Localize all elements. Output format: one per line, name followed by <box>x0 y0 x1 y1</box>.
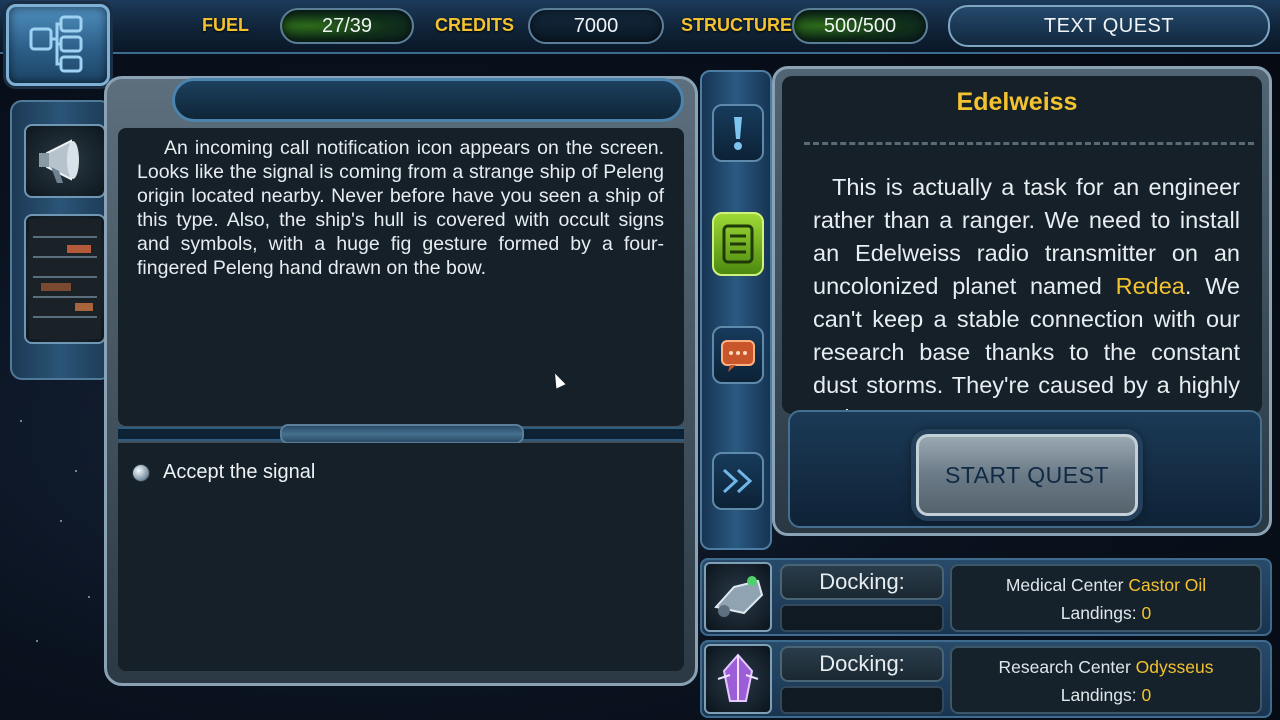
tab-alerts[interactable] <box>712 104 764 162</box>
story-text: An incoming call notification icon appea… <box>137 137 664 279</box>
docking-info: Research Center Odysseus Landings: 0 <box>950 646 1262 714</box>
landings-label: Landings: <box>1060 603 1137 623</box>
story-text-area: An incoming call notification icon appea… <box>118 128 684 426</box>
top-hud-bar: FUEL 27/39 CREDITS 7000 STRUCTURE 500/50… <box>0 0 1280 54</box>
notes-icon <box>722 224 754 264</box>
landings-label: Landings: <box>1060 685 1137 705</box>
fuel-label: FUEL <box>202 15 249 35</box>
megaphone-icon <box>39 139 79 183</box>
docking-label: Docking: <box>780 646 944 682</box>
station-type: Research Center <box>998 657 1131 677</box>
docking-row-medical[interactable]: Docking: Medical Center Castor Oil Landi… <box>700 558 1272 636</box>
docking-label: Docking: <box>780 564 944 600</box>
station-ship-icon <box>714 576 764 617</box>
structure-label: STRUCTURE <box>681 15 792 35</box>
docking-info: Medical Center Castor Oil Landings: 0 <box>950 564 1262 632</box>
fast-forward-icon <box>722 468 753 494</box>
quest-planet-name: Redea <box>1115 273 1185 299</box>
radio-dot-icon <box>132 463 150 482</box>
station-name: Castor Oil <box>1128 575 1207 595</box>
ship-systems-button[interactable] <box>24 214 106 344</box>
choice-option[interactable]: Accept the signal <box>132 461 315 484</box>
station-thumbnail <box>704 644 772 714</box>
quest-body: This is actually a task for an engineer … <box>813 171 1240 414</box>
resize-handle[interactable] <box>280 424 524 444</box>
credits-label: CREDITS <box>435 15 515 35</box>
quest-description-area[interactable]: Edelweiss This is actually a task for an… <box>782 76 1262 414</box>
dashed-divider <box>804 142 1254 145</box>
credits-value: 7000 <box>528 8 664 44</box>
network-map-icon <box>29 15 83 73</box>
galaxy-map-button[interactable] <box>6 4 110 86</box>
fuel-value: 27/39 <box>280 8 414 44</box>
mode-title: TEXT QUEST <box>948 5 1270 47</box>
tab-messages[interactable] <box>712 326 764 384</box>
tab-skip[interactable] <box>712 452 764 510</box>
exclamation-icon <box>734 117 742 150</box>
crystal-station-icon <box>717 653 759 702</box>
landings-value: 0 <box>1141 603 1152 623</box>
landings-value: 0 <box>1141 685 1152 705</box>
structure-value: 500/500 <box>792 8 928 44</box>
circuit-board-icon <box>29 219 101 339</box>
story-panel-header <box>172 78 684 122</box>
chat-bubble-icon <box>721 340 755 372</box>
docking-label-slot <box>780 686 944 714</box>
station-type: Medical Center <box>1005 575 1124 595</box>
notification-button[interactable] <box>24 124 106 198</box>
station-name: Odysseus <box>1135 657 1214 677</box>
choices-area: Accept the signal <box>118 443 684 671</box>
docking-row-research[interactable]: Docking: Research Center Odysseus Landin… <box>700 640 1272 718</box>
station-thumbnail <box>704 562 772 632</box>
quest-name: Edelweiss <box>956 88 1078 116</box>
docking-label-slot <box>780 604 944 632</box>
start-quest-button[interactable]: START QUEST <box>916 434 1138 516</box>
choice-label: Accept the signal <box>163 461 316 483</box>
tab-quest-log[interactable] <box>712 212 764 276</box>
